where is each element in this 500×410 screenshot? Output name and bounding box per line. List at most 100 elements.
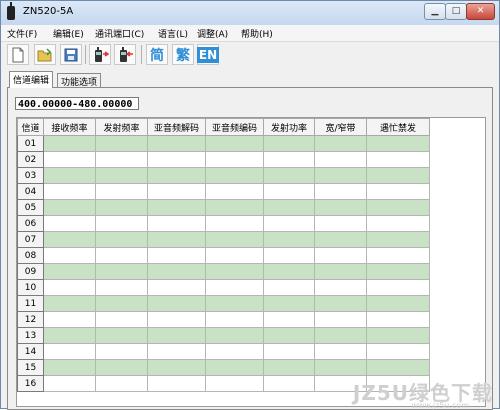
table-cell[interactable]	[147, 327, 206, 344]
table-cell[interactable]	[147, 375, 206, 392]
close-button[interactable]: ✕	[466, 3, 495, 20]
table-cell[interactable]	[205, 343, 264, 360]
table-cell[interactable]	[263, 343, 315, 360]
table-cell[interactable]	[314, 135, 367, 152]
table-cell[interactable]	[314, 279, 367, 296]
table-cell[interactable]	[147, 279, 206, 296]
table-cell[interactable]	[95, 151, 148, 168]
table-cell[interactable]	[43, 215, 96, 232]
table-cell[interactable]	[147, 215, 206, 232]
table-cell[interactable]	[147, 311, 206, 328]
menu-file[interactable]: 文件(F)	[7, 27, 37, 40]
table-cell[interactable]	[95, 263, 148, 280]
table-cell[interactable]	[43, 343, 96, 360]
table-cell[interactable]	[366, 183, 430, 200]
table-cell[interactable]	[205, 247, 264, 264]
table-cell[interactable]	[263, 279, 315, 296]
header-ctcss-encode[interactable]: 亚音频编码	[205, 118, 264, 136]
table-cell[interactable]	[314, 343, 367, 360]
table-cell[interactable]	[263, 327, 315, 344]
table-cell[interactable]	[95, 167, 148, 184]
table-cell[interactable]	[366, 263, 430, 280]
channel-number[interactable]: 15	[17, 359, 44, 376]
menu-edit[interactable]: 编辑(E)	[53, 27, 84, 40]
table-cell[interactable]	[95, 183, 148, 200]
table-cell[interactable]	[95, 231, 148, 248]
table-cell[interactable]	[314, 295, 367, 312]
header-tx-freq[interactable]: 发射频率	[95, 118, 148, 136]
table-cell[interactable]	[147, 135, 206, 152]
table-cell[interactable]	[147, 151, 206, 168]
channel-number[interactable]: 05	[17, 199, 44, 216]
table-cell[interactable]	[147, 199, 206, 216]
channel-number[interactable]: 09	[17, 263, 44, 280]
table-cell[interactable]	[263, 199, 315, 216]
table-cell[interactable]	[205, 167, 264, 184]
table-cell[interactable]	[366, 311, 430, 328]
channel-number[interactable]: 07	[17, 231, 44, 248]
header-bandwidth[interactable]: 宽/窄带	[314, 118, 367, 136]
table-cell[interactable]	[314, 151, 367, 168]
table-cell[interactable]	[366, 167, 430, 184]
table-cell[interactable]	[366, 327, 430, 344]
simplified-chinese-button[interactable]: 简	[146, 44, 168, 65]
table-cell[interactable]	[314, 231, 367, 248]
table-cell[interactable]	[314, 247, 367, 264]
table-cell[interactable]	[314, 167, 367, 184]
table-cell[interactable]	[314, 327, 367, 344]
table-cell[interactable]	[43, 167, 96, 184]
read-radio-button[interactable]	[89, 44, 111, 65]
table-cell[interactable]	[366, 231, 430, 248]
new-file-button[interactable]	[7, 44, 29, 65]
table-cell[interactable]	[205, 151, 264, 168]
table-cell[interactable]	[95, 359, 148, 376]
traditional-chinese-button[interactable]: 繁	[172, 44, 194, 65]
table-cell[interactable]	[95, 199, 148, 216]
table-cell[interactable]	[366, 199, 430, 216]
table-cell[interactable]	[263, 247, 315, 264]
table-cell[interactable]	[263, 183, 315, 200]
channel-number[interactable]: 06	[17, 215, 44, 232]
table-cell[interactable]	[263, 375, 315, 392]
table-cell[interactable]	[147, 231, 206, 248]
table-cell[interactable]	[43, 327, 96, 344]
table-cell[interactable]	[366, 295, 430, 312]
table-cell[interactable]	[205, 263, 264, 280]
table-cell[interactable]	[43, 295, 96, 312]
table-cell[interactable]	[205, 135, 264, 152]
table-cell[interactable]	[205, 311, 264, 328]
table-cell[interactable]	[95, 311, 148, 328]
table-cell[interactable]	[314, 215, 367, 232]
table-cell[interactable]	[147, 263, 206, 280]
table-cell[interactable]	[147, 183, 206, 200]
tab-channel-edit[interactable]: 信道编辑	[9, 71, 54, 88]
table-cell[interactable]	[263, 215, 315, 232]
menu-comm-port[interactable]: 通讯端口(C)	[95, 27, 144, 40]
table-cell[interactable]	[314, 359, 367, 376]
channel-number[interactable]: 16	[17, 375, 44, 392]
table-cell[interactable]	[366, 215, 430, 232]
channel-number[interactable]: 11	[17, 295, 44, 312]
maximize-button[interactable]: □	[445, 3, 467, 20]
table-cell[interactable]	[314, 199, 367, 216]
table-cell[interactable]	[366, 343, 430, 360]
table-cell[interactable]	[43, 135, 96, 152]
table-cell[interactable]	[43, 231, 96, 248]
header-ctcss-decode[interactable]: 亚音频解码	[147, 118, 206, 136]
write-radio-button[interactable]	[114, 44, 136, 65]
table-cell[interactable]	[314, 263, 367, 280]
table-cell[interactable]	[205, 295, 264, 312]
minimize-button[interactable]: ▁	[424, 3, 446, 20]
table-cell[interactable]	[263, 311, 315, 328]
table-cell[interactable]	[43, 151, 96, 168]
table-cell[interactable]	[263, 151, 315, 168]
table-cell[interactable]	[95, 343, 148, 360]
header-rx-freq[interactable]: 接收频率	[43, 118, 96, 136]
table-cell[interactable]	[366, 247, 430, 264]
menu-help[interactable]: 帮助(H)	[241, 27, 273, 40]
table-cell[interactable]	[43, 279, 96, 296]
table-cell[interactable]	[95, 327, 148, 344]
table-cell[interactable]	[95, 135, 148, 152]
channel-number[interactable]: 12	[17, 311, 44, 328]
table-cell[interactable]	[366, 359, 430, 376]
